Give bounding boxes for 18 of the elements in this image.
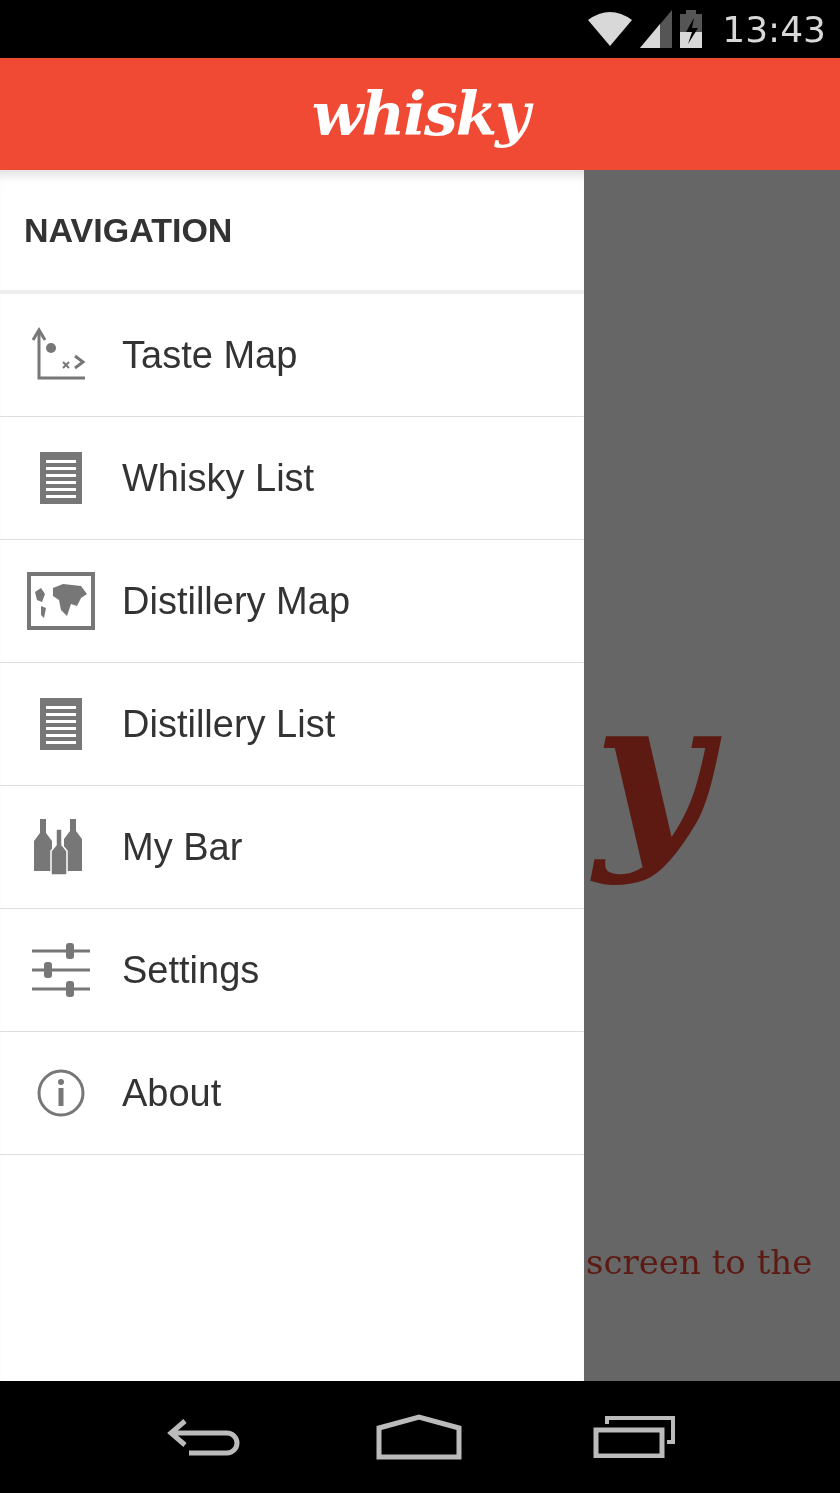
drawer-item[interactable]: My Bar (0, 786, 584, 909)
world-map-icon (27, 572, 95, 630)
drawer-item[interactable]: Distillery Map (0, 540, 584, 663)
document-icon (40, 698, 82, 750)
drawer-item[interactable]: Whisky List (0, 417, 584, 540)
logo-fragment: y (584, 640, 751, 920)
drawer-item[interactable]: Distillery List (0, 663, 584, 786)
wifi-icon (588, 12, 633, 46)
hint-text: screen to the (586, 1242, 813, 1282)
clock-time: 13:43 (722, 8, 826, 50)
battery-charging-icon (680, 10, 703, 48)
drawer-item[interactable]: Settings (0, 909, 584, 1032)
document-icon (40, 452, 82, 504)
info-icon (36, 1068, 86, 1118)
drawer-item[interactable]: Taste Map (0, 294, 584, 417)
signal-icon (640, 10, 673, 48)
sliders-icon (32, 943, 90, 997)
drawer-item[interactable]: About (0, 1032, 584, 1155)
